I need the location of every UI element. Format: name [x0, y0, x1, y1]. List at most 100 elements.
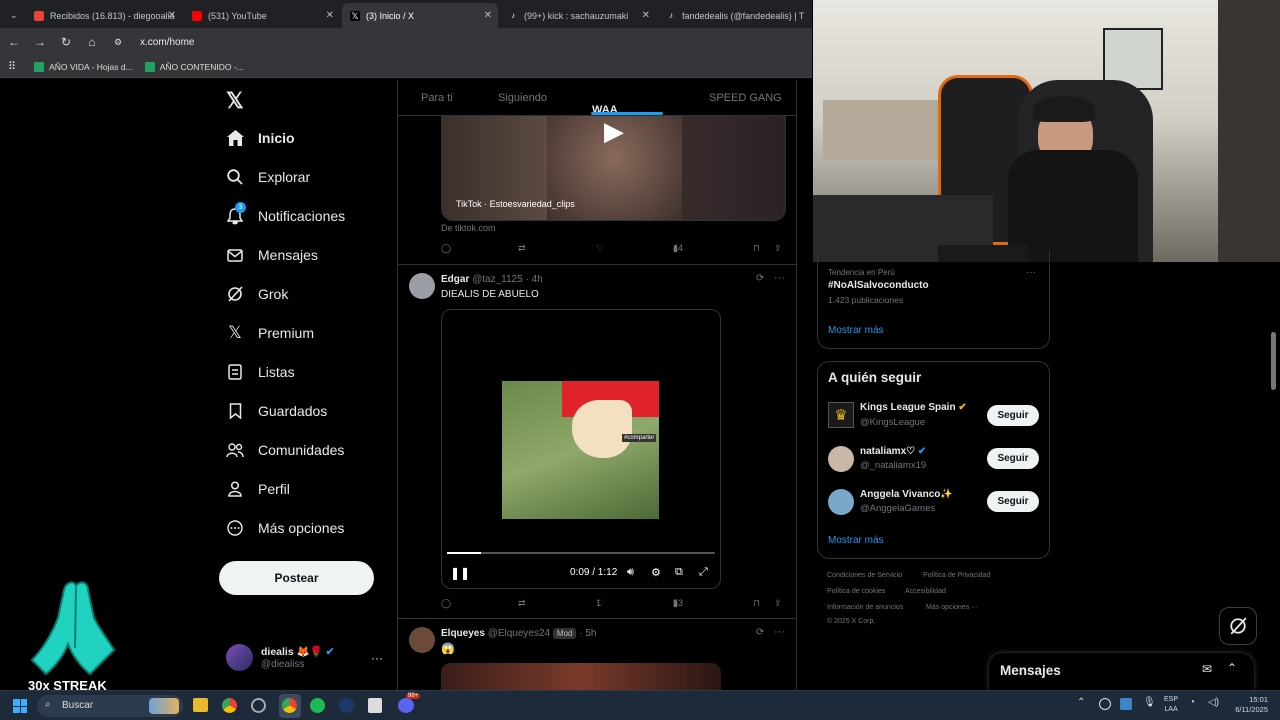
new-message-icon[interactable]: ✉ [1202, 662, 1212, 676]
browser-tab-x[interactable]: 𝕏 (3) Inicio / X ✕ [342, 3, 498, 28]
retweet-icon[interactable]: ⇄ [518, 243, 526, 254]
follow-button[interactable]: Seguir [987, 405, 1039, 426]
sidebar-item-explorar[interactable]: Explorar [226, 168, 310, 186]
play-icon[interactable]: ▶ [604, 116, 632, 146]
tab-siguiendo[interactable]: Siguiendo [498, 92, 547, 104]
browser-tab-youtube[interactable]: (531) YouTube ✕ [184, 3, 340, 28]
language-indicator[interactable]: ESP LAA [1164, 695, 1178, 715]
link-card[interactable]: ▶ TikTok · Estoesvariedad_clips [441, 116, 786, 221]
more-icon[interactable]: ··· [774, 272, 785, 284]
file-explorer-icon[interactable] [193, 698, 208, 712]
footer-link[interactable]: Información de anuncios [827, 604, 903, 611]
chrome-icon[interactable] [222, 698, 237, 713]
tab-para-ti[interactable]: Para ti [421, 92, 453, 104]
share-icon[interactable]: ⇪ [774, 598, 782, 609]
home-icon[interactable]: ⌂ [80, 35, 104, 49]
system-tray-icon[interactable] [1099, 698, 1111, 710]
avatar[interactable] [828, 446, 854, 472]
author-name[interactable]: Edgar [441, 274, 469, 285]
share-icon[interactable]: ⇪ [774, 243, 782, 254]
sidebar-item-listas[interactable]: Listas [226, 363, 295, 381]
avatar[interactable] [409, 627, 435, 653]
more-icon[interactable]: ··· [1026, 267, 1036, 278]
spotify-icon[interactable] [310, 698, 325, 713]
browser-tab-gmail[interactable]: Recibidos (16.813) - diegooalia ✕ [26, 3, 182, 28]
reply-icon[interactable]: ◯ [441, 598, 451, 609]
close-icon[interactable]: ✕ [326, 10, 334, 21]
grok-floating-button[interactable] [1219, 607, 1257, 645]
sidebar-item-perfil[interactable]: Perfil [226, 480, 290, 498]
sidebar-item-mensajes[interactable]: Mensajes [226, 246, 318, 264]
site-info-icon[interactable]: ⚙ [106, 37, 130, 48]
taskbar-search-box[interactable]: ⌕ Buscar [37, 695, 183, 717]
expand-icon[interactable]: ⌃ [1227, 661, 1237, 675]
footer-link[interactable]: Accesibilidad [905, 588, 946, 595]
chrome-icon[interactable] [282, 698, 297, 713]
browser-tab-kick[interactable]: ♪ (99+) kick : sachauzumaki ✕ [500, 3, 656, 28]
pause-icon[interactable]: ❚❚ [450, 566, 470, 580]
footer-link[interactable]: Política de Privacidad [923, 572, 990, 579]
system-tray-icon[interactable] [1120, 698, 1132, 710]
pip-icon[interactable]: ⧉ [675, 566, 683, 579]
avatar[interactable] [828, 489, 854, 515]
follow-user-name[interactable]: Anggela Vivanco✨ [860, 489, 953, 500]
reply-icon[interactable]: ◯ [441, 243, 451, 254]
x-logo-icon[interactable]: 𝕏 [226, 88, 244, 114]
chevron-up-icon[interactable]: ⌃ [1077, 697, 1085, 708]
show-more-link[interactable]: Mostrar más [828, 325, 884, 336]
like-icon[interactable]: ♡ [596, 243, 604, 254]
follow-user-name[interactable]: Kings League Spain ✔ [860, 402, 967, 413]
volume-icon[interactable]: 🔊︎ [627, 566, 634, 579]
windows-start-icon[interactable] [13, 699, 27, 713]
account-switcher[interactable]: diealis 🦊🌹 ✔ @diealiss ··· [226, 644, 396, 674]
app-icon[interactable] [368, 698, 382, 713]
sidebar-item-premium[interactable]: 𝕏 Premium [226, 323, 314, 342]
footer-link[interactable]: Más opciones ··· [926, 604, 978, 611]
microphone-icon[interactable]: 🎙︎ [1143, 697, 1156, 708]
fullscreen-icon[interactable]: ⤢ [699, 566, 708, 579]
sidebar-item-guardados[interactable]: Guardados [226, 402, 327, 420]
video-progress-track[interactable] [447, 552, 715, 554]
settings-icon[interactable]: ⚙ [651, 566, 661, 579]
discord-icon[interactable] [398, 698, 414, 713]
post-media[interactable] [441, 663, 721, 690]
post-time[interactable]: · 5h [579, 628, 596, 639]
apps-grid-icon[interactable]: ⠿ [8, 60, 16, 73]
address-bar[interactable]: x.com/home [140, 37, 194, 48]
reload-icon[interactable]: ↻ [54, 35, 78, 49]
author-handle[interactable]: @taz_1125 [472, 274, 523, 285]
sidebar-item-grok[interactable]: Grok [226, 285, 288, 303]
app-icon[interactable] [251, 698, 266, 713]
messages-drawer[interactable]: Mensajes ✉ ⌃ [989, 653, 1254, 690]
close-icon[interactable]: ✕ [642, 10, 650, 21]
retweet-icon[interactable]: ⇄ [518, 598, 526, 609]
grok-icon[interactable]: ⟳ [756, 273, 764, 284]
post-time[interactable]: · 4h [525, 274, 542, 285]
follow-button[interactable]: Seguir [987, 448, 1039, 469]
sidebar-item-mas-opciones[interactable]: Más opciones [226, 519, 344, 537]
tab-speed-gang[interactable]: SPEED GANG [709, 92, 782, 104]
author-name[interactable]: Elqueyes [441, 628, 485, 639]
show-more-link[interactable]: Mostrar más [828, 535, 884, 546]
grok-icon[interactable]: ⟳ [756, 627, 764, 638]
tab-search-button[interactable]: ⌄ [2, 3, 22, 28]
sidebar-item-comunidades[interactable]: Comunidades [226, 441, 344, 459]
bookmark-item[interactable]: AÑO VIDA - Hojas d... [34, 61, 133, 72]
link-source[interactable]: De tiktok.com [441, 223, 496, 233]
author-handle[interactable]: @Elqueyes24 [488, 628, 550, 639]
follow-button[interactable]: Seguir [987, 491, 1039, 512]
kings-league-logo[interactable]: ♛ [828, 402, 854, 428]
forward-icon[interactable]: → [28, 35, 52, 49]
scrollbar-thumb[interactable] [1271, 332, 1276, 390]
close-icon[interactable]: ✕ [168, 10, 176, 21]
sidebar-item-notificaciones[interactable]: 3 Notificaciones [226, 202, 345, 225]
more-icon[interactable]: ··· [371, 651, 383, 665]
footer-link[interactable]: Política de cookies [827, 588, 885, 595]
more-icon[interactable]: ··· [774, 626, 785, 638]
bookmark-icon[interactable]: ⊓ [753, 243, 760, 254]
footer-link[interactable]: Condiciones de Servicio [827, 572, 902, 579]
back-icon[interactable]: ← [2, 35, 26, 49]
close-icon[interactable]: ✕ [484, 10, 492, 21]
browser-tab-tiktok[interactable]: ♪ fandedealis (@fandedealis) | T [658, 3, 812, 28]
avatar[interactable] [409, 273, 435, 299]
